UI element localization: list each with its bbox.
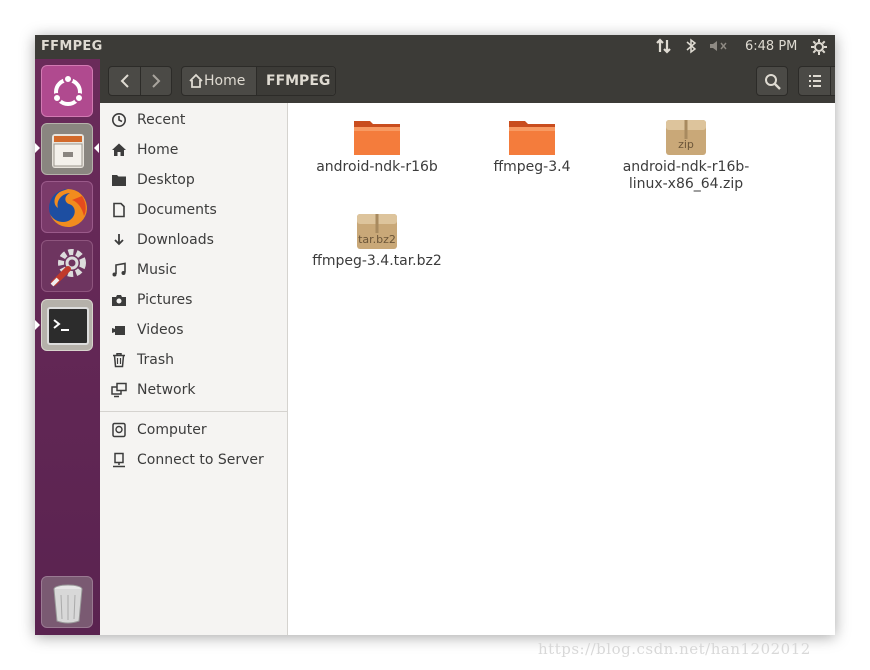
- system-settings-icon[interactable]: [41, 240, 93, 292]
- sidebar-item-downloads[interactable]: Downloads: [100, 226, 288, 256]
- nav-buttons: [108, 66, 172, 96]
- sidebar-item-label: Downloads: [137, 232, 214, 248]
- top-panel: FFMPEG 6:48 PM: [35, 35, 835, 59]
- back-button[interactable]: [109, 67, 141, 95]
- volume-muted-icon[interactable]: [708, 38, 730, 58]
- file-view: android-ndk-r16b ffmpeg-3.4 zip android-…: [289, 103, 835, 635]
- forward-button[interactable]: [141, 67, 171, 95]
- list-view-button[interactable]: [799, 67, 831, 95]
- desktop-screen: FFMPEG 6:48 PM Home FFMPEG Recent Home D…: [35, 35, 835, 635]
- launcher: [35, 59, 100, 635]
- sidebar-item-computer[interactable]: Computer: [100, 416, 288, 446]
- file-name: ffmpeg-3.4.tar.bz2: [312, 253, 442, 269]
- file-name-line1: android-ndk-r16b-: [622, 159, 750, 175]
- clock[interactable]: 6:48 PM: [745, 39, 797, 54]
- sidebar-item-documents[interactable]: Documents: [100, 196, 288, 226]
- sidebar-item-label: Computer: [137, 422, 207, 438]
- file-item[interactable]: ffmpeg-3.4: [457, 117, 607, 176]
- sidebar-item-connect-to-server[interactable]: Connect to Server: [100, 446, 288, 476]
- firefox-icon[interactable]: [41, 181, 93, 233]
- breadcrumb-home[interactable]: Home: [182, 67, 257, 95]
- sidebar-item-network[interactable]: Network: [100, 376, 288, 406]
- sidebar-item-label: Network: [137, 382, 196, 398]
- file-name: ffmpeg-3.4: [493, 159, 571, 175]
- video-icon: [110, 322, 128, 340]
- sidebar: Recent Home Desktop Documents Downloads …: [100, 103, 288, 635]
- breadcrumb-home-label: Home: [204, 73, 246, 89]
- grid-view-button[interactable]: [831, 67, 835, 95]
- download-icon: [110, 232, 128, 250]
- sidebar-item-label: Trash: [137, 352, 174, 368]
- network-icon: [110, 382, 128, 400]
- sidebar-item-label: Music: [137, 262, 177, 278]
- view-switcher: [798, 66, 835, 96]
- trash-icon: [110, 352, 128, 370]
- sidebar-item-desktop[interactable]: Desktop: [100, 166, 288, 196]
- sidebar-item-home[interactable]: Home: [100, 136, 288, 166]
- bluetooth-icon[interactable]: [685, 38, 697, 58]
- home-icon: [110, 142, 128, 160]
- breadcrumb-current-label: FFMPEG: [266, 73, 331, 89]
- file-name: android-ndk-r16b: [316, 159, 438, 175]
- sidebar-item-label: Desktop: [137, 172, 195, 188]
- home-icon: [188, 73, 204, 93]
- sidebar-item-music[interactable]: Music: [100, 256, 288, 286]
- music-icon: [110, 262, 128, 280]
- folder-icon: [302, 117, 452, 159]
- breadcrumb-current[interactable]: FFMPEG: [257, 67, 335, 95]
- sidebar-item-label: Pictures: [137, 292, 193, 308]
- sidebar-item-label: Videos: [137, 322, 184, 338]
- files-icon[interactable]: [41, 123, 93, 175]
- file-name-line2: linux-x86_64.zip: [628, 176, 744, 192]
- archive-badge: zip: [678, 138, 694, 151]
- sidebar-item-label: Documents: [137, 202, 217, 218]
- settings-gear-icon[interactable]: [810, 38, 828, 60]
- search-button[interactable]: [756, 66, 788, 96]
- file-item[interactable]: zip android-ndk-r16b- linux-x86_64.zip: [611, 117, 761, 193]
- file-item[interactable]: android-ndk-r16b: [302, 117, 452, 176]
- breadcrumb: Home FFMPEG: [181, 66, 336, 96]
- file-item[interactable]: tar.bz2 ffmpeg-3.4.tar.bz2: [302, 211, 452, 270]
- archive-badge: tar.bz2: [358, 233, 396, 246]
- ubuntu-dash-icon[interactable]: [41, 65, 93, 117]
- sidebar-item-videos[interactable]: Videos: [100, 316, 288, 346]
- archive-icon: zip: [611, 117, 761, 159]
- sidebar-item-label: Home: [137, 142, 179, 158]
- document-icon: [110, 202, 128, 220]
- clock-icon: [110, 112, 128, 130]
- sidebar-item-recent[interactable]: Recent: [100, 106, 288, 136]
- sidebar-item-trash[interactable]: Trash: [100, 346, 288, 376]
- window-title: FFMPEG: [41, 39, 103, 54]
- folder-icon: [457, 117, 607, 159]
- sidebar-item-label: Connect to Server: [137, 452, 264, 468]
- sidebar-item-pictures[interactable]: Pictures: [100, 286, 288, 316]
- terminal-icon[interactable]: [41, 299, 93, 351]
- sidebar-divider: [100, 411, 288, 412]
- computer-icon: [110, 422, 128, 440]
- network-icon[interactable]: [655, 38, 673, 58]
- header-bar: Home FFMPEG: [100, 59, 835, 103]
- sidebar-item-label: Recent: [137, 112, 186, 128]
- server-icon: [110, 452, 128, 470]
- folder-icon: [110, 172, 128, 190]
- trash-icon[interactable]: [41, 576, 93, 628]
- archive-icon: tar.bz2: [302, 211, 452, 253]
- camera-icon: [110, 292, 128, 310]
- watermark: https://blog.csdn.net/han1202012: [538, 640, 811, 658]
- search-icon: [764, 73, 782, 95]
